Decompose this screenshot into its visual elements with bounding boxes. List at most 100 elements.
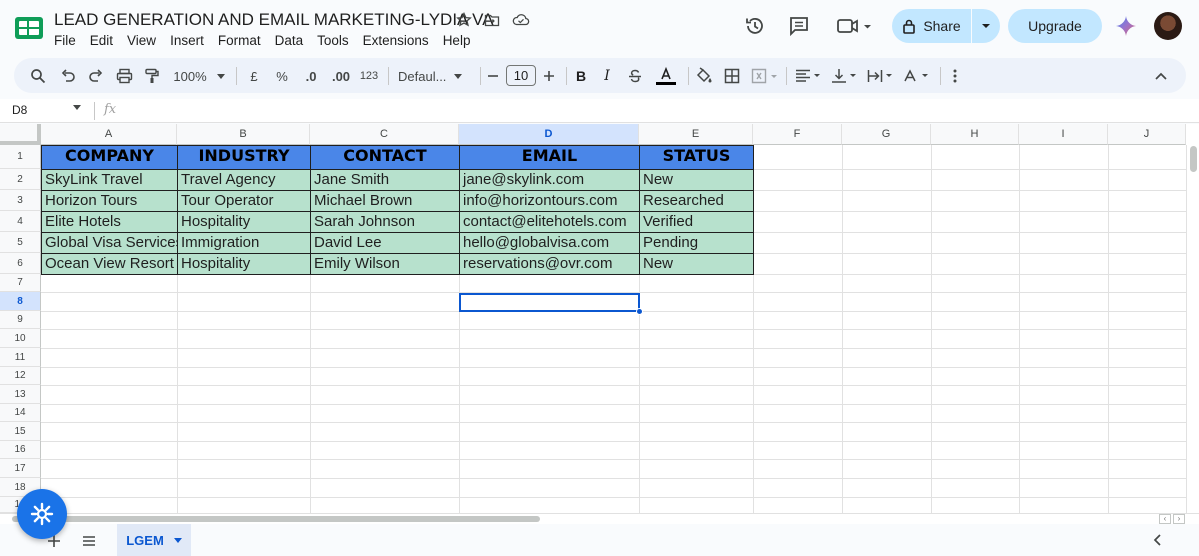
- text-wrapping-icon[interactable]: [866, 66, 896, 86]
- font-family-select[interactable]: Defaul...: [398, 66, 470, 86]
- menu-insert[interactable]: Insert: [163, 32, 211, 49]
- move-folder-icon[interactable]: [484, 12, 500, 28]
- column-header-e[interactable]: E: [639, 124, 753, 145]
- row-header-15[interactable]: 15: [0, 422, 41, 441]
- borders-icon[interactable]: [722, 66, 742, 86]
- italic-button[interactable]: I: [600, 66, 614, 86]
- search-menus-icon[interactable]: [28, 66, 48, 86]
- horizontal-scrollbar[interactable]: ‹ ›: [0, 513, 1199, 524]
- row-header-13[interactable]: 13: [0, 385, 41, 404]
- decrease-decimal-button[interactable]: .0: [300, 66, 322, 86]
- table-cell[interactable]: hello@globalvisa.com: [459, 232, 640, 254]
- row-header-3[interactable]: 3: [0, 190, 41, 211]
- menu-tools[interactable]: Tools: [310, 32, 356, 49]
- row-header-2[interactable]: 2: [0, 169, 41, 190]
- row-header-6[interactable]: 6: [0, 253, 41, 274]
- horizontal-scroll-thumb[interactable]: [12, 516, 540, 522]
- table-cell[interactable]: Researched: [639, 190, 754, 212]
- column-header-c[interactable]: C: [310, 124, 459, 145]
- comments-icon[interactable]: [788, 15, 810, 37]
- table-cell[interactable]: New: [639, 169, 754, 191]
- all-sheets-icon[interactable]: [81, 533, 97, 549]
- table-cell[interactable]: Hospitality: [177, 253, 311, 275]
- row-header-1[interactable]: 1: [0, 145, 41, 169]
- row-header-7[interactable]: 7: [0, 274, 41, 292]
- column-header-f[interactable]: F: [753, 124, 842, 145]
- paint-format-icon[interactable]: [142, 66, 162, 86]
- redo-icon[interactable]: [86, 66, 106, 86]
- collapse-toolbar-icon[interactable]: [1152, 66, 1170, 86]
- zoom-select[interactable]: 100%: [172, 66, 226, 86]
- row-header-14[interactable]: 14: [0, 404, 41, 422]
- menu-view[interactable]: View: [120, 32, 163, 49]
- font-size-input[interactable]: 10: [506, 65, 536, 86]
- table-cell[interactable]: Pending: [639, 232, 754, 254]
- menu-data[interactable]: Data: [268, 32, 311, 49]
- upgrade-button[interactable]: Upgrade: [1008, 9, 1102, 43]
- sheets-logo-icon[interactable]: [14, 16, 44, 40]
- header-cell-status[interactable]: STATUS: [639, 145, 754, 170]
- select-all-corner[interactable]: [0, 124, 41, 145]
- fill-color-icon[interactable]: [694, 66, 714, 86]
- table-cell[interactable]: Hospitality: [177, 211, 311, 233]
- merge-cells-icon[interactable]: [750, 66, 780, 86]
- row-header-16[interactable]: 16: [0, 441, 41, 459]
- header-cell-contact[interactable]: CONTACT: [310, 145, 460, 170]
- table-cell[interactable]: info@horizontours.com: [459, 190, 640, 212]
- collapse-side-panel-icon[interactable]: [1150, 532, 1166, 548]
- column-header-j[interactable]: J: [1108, 124, 1186, 145]
- scroll-left-icon[interactable]: ‹: [1159, 514, 1171, 524]
- user-avatar[interactable]: [1154, 12, 1182, 40]
- vertical-scrollbar[interactable]: [1186, 145, 1199, 513]
- gemini-spark-icon[interactable]: [1116, 16, 1136, 36]
- increase-font-size-icon[interactable]: [542, 66, 556, 86]
- row-header-12[interactable]: 12: [0, 367, 41, 385]
- menu-help[interactable]: Help: [436, 32, 478, 49]
- menu-file[interactable]: File: [47, 32, 83, 49]
- vertical-align-icon[interactable]: [830, 66, 860, 86]
- column-header-d[interactable]: D: [459, 124, 639, 145]
- column-header-g[interactable]: G: [842, 124, 931, 145]
- header-cell-company[interactable]: COMPANY: [41, 145, 178, 170]
- star-icon[interactable]: [456, 11, 472, 28]
- column-header-h[interactable]: H: [931, 124, 1019, 145]
- table-cell[interactable]: Sarah Johnson: [310, 211, 460, 233]
- sheet-grid[interactable]: ABCDEFGHIJ12345678910111213141516171819C…: [0, 124, 1199, 513]
- meet-video-icon[interactable]: [836, 15, 874, 37]
- column-header-b[interactable]: B: [177, 124, 310, 145]
- version-history-icon[interactable]: [744, 15, 766, 37]
- strikethrough-icon[interactable]: [626, 66, 644, 86]
- name-box[interactable]: D8: [12, 103, 27, 117]
- share-options-button[interactable]: [972, 9, 1000, 43]
- text-color-icon[interactable]: [654, 66, 678, 86]
- share-button[interactable]: Share: [892, 9, 971, 43]
- row-header-11[interactable]: 11: [0, 348, 41, 367]
- column-header-a[interactable]: A: [41, 124, 177, 145]
- scroll-right-icon[interactable]: ›: [1173, 514, 1185, 524]
- table-cell[interactable]: Tour Operator: [177, 190, 311, 212]
- row-header-5[interactable]: 5: [0, 232, 41, 253]
- table-cell[interactable]: New: [639, 253, 754, 275]
- table-cell[interactable]: Verified: [639, 211, 754, 233]
- cloud-status-icon[interactable]: [512, 12, 530, 28]
- table-cell[interactable]: reservations@ovr.com: [459, 253, 640, 275]
- row-header-9[interactable]: 9: [0, 311, 41, 329]
- floating-settings-button[interactable]: [17, 489, 67, 539]
- horizontal-align-icon[interactable]: [794, 66, 824, 86]
- column-header-i[interactable]: I: [1019, 124, 1108, 145]
- caret-down-icon[interactable]: [173, 537, 182, 543]
- more-options-icon[interactable]: [948, 66, 962, 86]
- table-cell[interactable]: contact@elitehotels.com: [459, 211, 640, 233]
- row-header-4[interactable]: 4: [0, 211, 41, 232]
- table-cell[interactable]: Emily Wilson: [310, 253, 460, 275]
- bold-button[interactable]: B: [574, 66, 588, 86]
- row-header-10[interactable]: 10: [0, 329, 41, 348]
- table-cell[interactable]: jane@skylink.com: [459, 169, 640, 191]
- fill-handle[interactable]: [636, 308, 643, 315]
- table-cell[interactable]: Michael Brown: [310, 190, 460, 212]
- menu-format[interactable]: Format: [211, 32, 268, 49]
- sheet-tab-lgem[interactable]: LGEM: [117, 524, 191, 556]
- menu-edit[interactable]: Edit: [83, 32, 120, 49]
- table-cell[interactable]: David Lee: [310, 232, 460, 254]
- active-cell-selection[interactable]: [459, 293, 640, 312]
